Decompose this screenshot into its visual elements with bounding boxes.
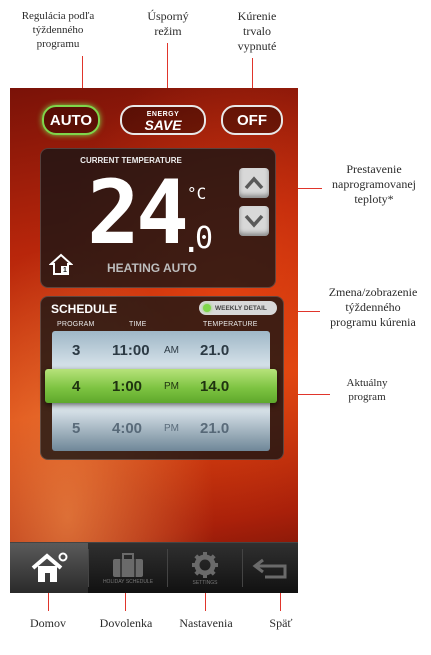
row-time: 1:00: [112, 377, 143, 395]
thermostat-screen: AUTO ENERGY SAVE OFF CURRENT TEMPERATURE…: [10, 88, 298, 593]
zone-home-icon: 1: [48, 252, 74, 276]
suitcase-icon: [113, 552, 143, 577]
schedule-row[interactable]: 3 11:00 AM 21.0: [52, 335, 270, 365]
row-time: 4:00: [112, 419, 143, 437]
row-temperature: 21.0: [200, 419, 230, 437]
annotation-auto: Regulácia podľa týždenného programu: [21, 10, 95, 50]
setpoint-down-button[interactable]: [239, 206, 269, 236]
weekly-detail-indicator-icon: [203, 304, 211, 312]
row-ampm: PM: [164, 422, 179, 434]
row-temperature: 21.0: [200, 341, 230, 359]
energy-save-label: SAVE: [144, 117, 182, 133]
off-mode-button[interactable]: OFF: [221, 105, 283, 135]
leader-line-holiday: [125, 593, 126, 611]
annotation-back: Späť: [269, 616, 293, 630]
temperature-integer: 24: [87, 161, 189, 264]
row-program: 4: [72, 377, 81, 395]
heating-mode-status: HEATING AUTO: [107, 261, 197, 275]
column-header-temperature: TEMPERATURE: [203, 321, 258, 328]
home-icon: [31, 552, 68, 582]
annotation-weekly: Zmena/zobrazenie týždenného programu kúr…: [328, 285, 418, 329]
annotation-settings: Nastavenia: [179, 616, 233, 630]
schedule-title: SCHEDULE: [51, 302, 118, 316]
nav-holiday-button[interactable]: HOLIDAY SCHEDULE: [89, 543, 167, 593]
row-ampm: PM: [164, 380, 179, 392]
row-program: 5: [72, 419, 81, 437]
annotation-current-program: Aktuálny program: [346, 377, 388, 403]
annotation-home: Domov: [30, 616, 66, 630]
row-temperature: 14.0: [200, 377, 230, 395]
off-mode-label: OFF: [237, 111, 267, 129]
annotation-holiday: Dovolenka: [99, 616, 153, 630]
chevron-down-icon: [244, 214, 264, 228]
nav-holiday-label: HOLIDAY SCHEDULE: [102, 578, 154, 585]
zone-number: 1: [63, 267, 67, 274]
weekly-detail-button[interactable]: WEEKLY DETAIL: [199, 301, 277, 315]
auto-mode-label: AUTO: [49, 111, 93, 129]
temperature-decimal: 0: [195, 221, 214, 256]
annotation-off: Kúrenie trvalo vypnuté: [237, 9, 277, 53]
nav-settings-label: SETTINGS: [192, 579, 218, 586]
row-program: 3: [72, 341, 81, 359]
schedule-panel: SCHEDULE WEEKLY DETAIL PROGRAM TIME TEMP…: [40, 296, 284, 460]
leader-line-settings: [205, 593, 206, 611]
chevron-up-icon: [244, 176, 264, 190]
annotation-eco: Úsporný režim: [147, 9, 189, 38]
row-ampm: AM: [164, 344, 179, 356]
column-header-time: TIME: [129, 321, 147, 328]
weekly-detail-label: WEEKLY DETAIL: [215, 304, 267, 312]
column-header-program: PROGRAM: [57, 321, 95, 328]
nav-home-button[interactable]: [10, 543, 88, 593]
auto-mode-button[interactable]: AUTO: [42, 105, 100, 135]
schedule-row-active[interactable]: 4 1:00 PM 14.0: [52, 371, 270, 401]
nav-settings-button[interactable]: SETTINGS: [168, 543, 242, 593]
energy-save-button[interactable]: ENERGY SAVE: [120, 105, 206, 135]
row-time: 11:00: [112, 341, 150, 359]
annotation-setpoint: Prestavenie naprogramovanej teploty*: [332, 162, 416, 206]
schedule-row[interactable]: 5 4:00 PM 21.0: [52, 413, 270, 443]
nav-back-button[interactable]: [243, 543, 298, 593]
setpoint-up-button[interactable]: [239, 168, 269, 198]
gear-icon: [192, 551, 218, 578]
back-arrow-icon: [252, 558, 286, 579]
leader-line-back: [280, 593, 281, 611]
temperature-unit: °C: [187, 184, 207, 203]
leader-line-home: [48, 593, 49, 611]
bottom-navigation: HOLIDAY SCHEDULE SETTINGS: [10, 542, 298, 593]
